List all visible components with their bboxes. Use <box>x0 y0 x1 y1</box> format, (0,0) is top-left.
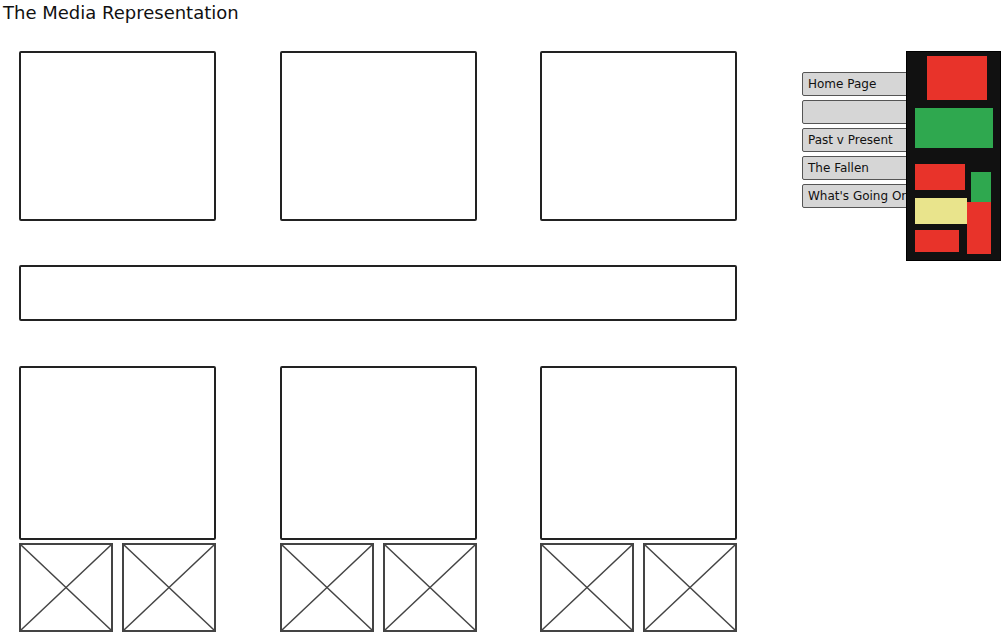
content-panel <box>280 366 477 540</box>
thumbnail-row <box>280 543 477 632</box>
page-body: Home Page Past v Present The Fallen What's … <box>0 51 1001 632</box>
nav-button[interactable]: Past v Present <box>802 128 910 152</box>
page-title: The Media Representation <box>0 0 1001 25</box>
content-panel <box>540 366 737 540</box>
image-placeholder-icon <box>383 543 477 632</box>
side-panel: Home Page Past v Present The Fallen What's … <box>802 51 1001 263</box>
media-card <box>280 366 477 632</box>
top-panels <box>19 51 737 221</box>
poster-image <box>906 51 1001 261</box>
nav-menu: Home Page Past v Present The Fallen What's … <box>802 51 910 208</box>
nav-button[interactable]: The Fallen <box>802 156 910 180</box>
content-panel <box>280 51 477 221</box>
image-placeholder-icon <box>643 543 737 632</box>
nav-button[interactable] <box>802 100 910 124</box>
content-area <box>0 51 737 632</box>
bottom-panels <box>19 366 737 632</box>
nav-button[interactable]: Home Page <box>802 72 910 96</box>
media-card <box>540 366 737 632</box>
media-card <box>19 366 216 632</box>
nav-button[interactable]: What's Going On <box>802 184 910 208</box>
fist-poster-icon <box>907 52 1000 260</box>
content-panel <box>540 51 737 221</box>
image-placeholder-icon <box>19 543 113 632</box>
banner-bar <box>19 265 737 321</box>
content-panel <box>19 51 216 221</box>
image-placeholder-icon <box>540 543 634 632</box>
image-placeholder-icon <box>122 543 216 632</box>
content-panel <box>19 366 216 540</box>
image-placeholder-icon <box>280 543 374 632</box>
thumbnail-row <box>540 543 737 632</box>
thumbnail-row <box>19 543 216 632</box>
